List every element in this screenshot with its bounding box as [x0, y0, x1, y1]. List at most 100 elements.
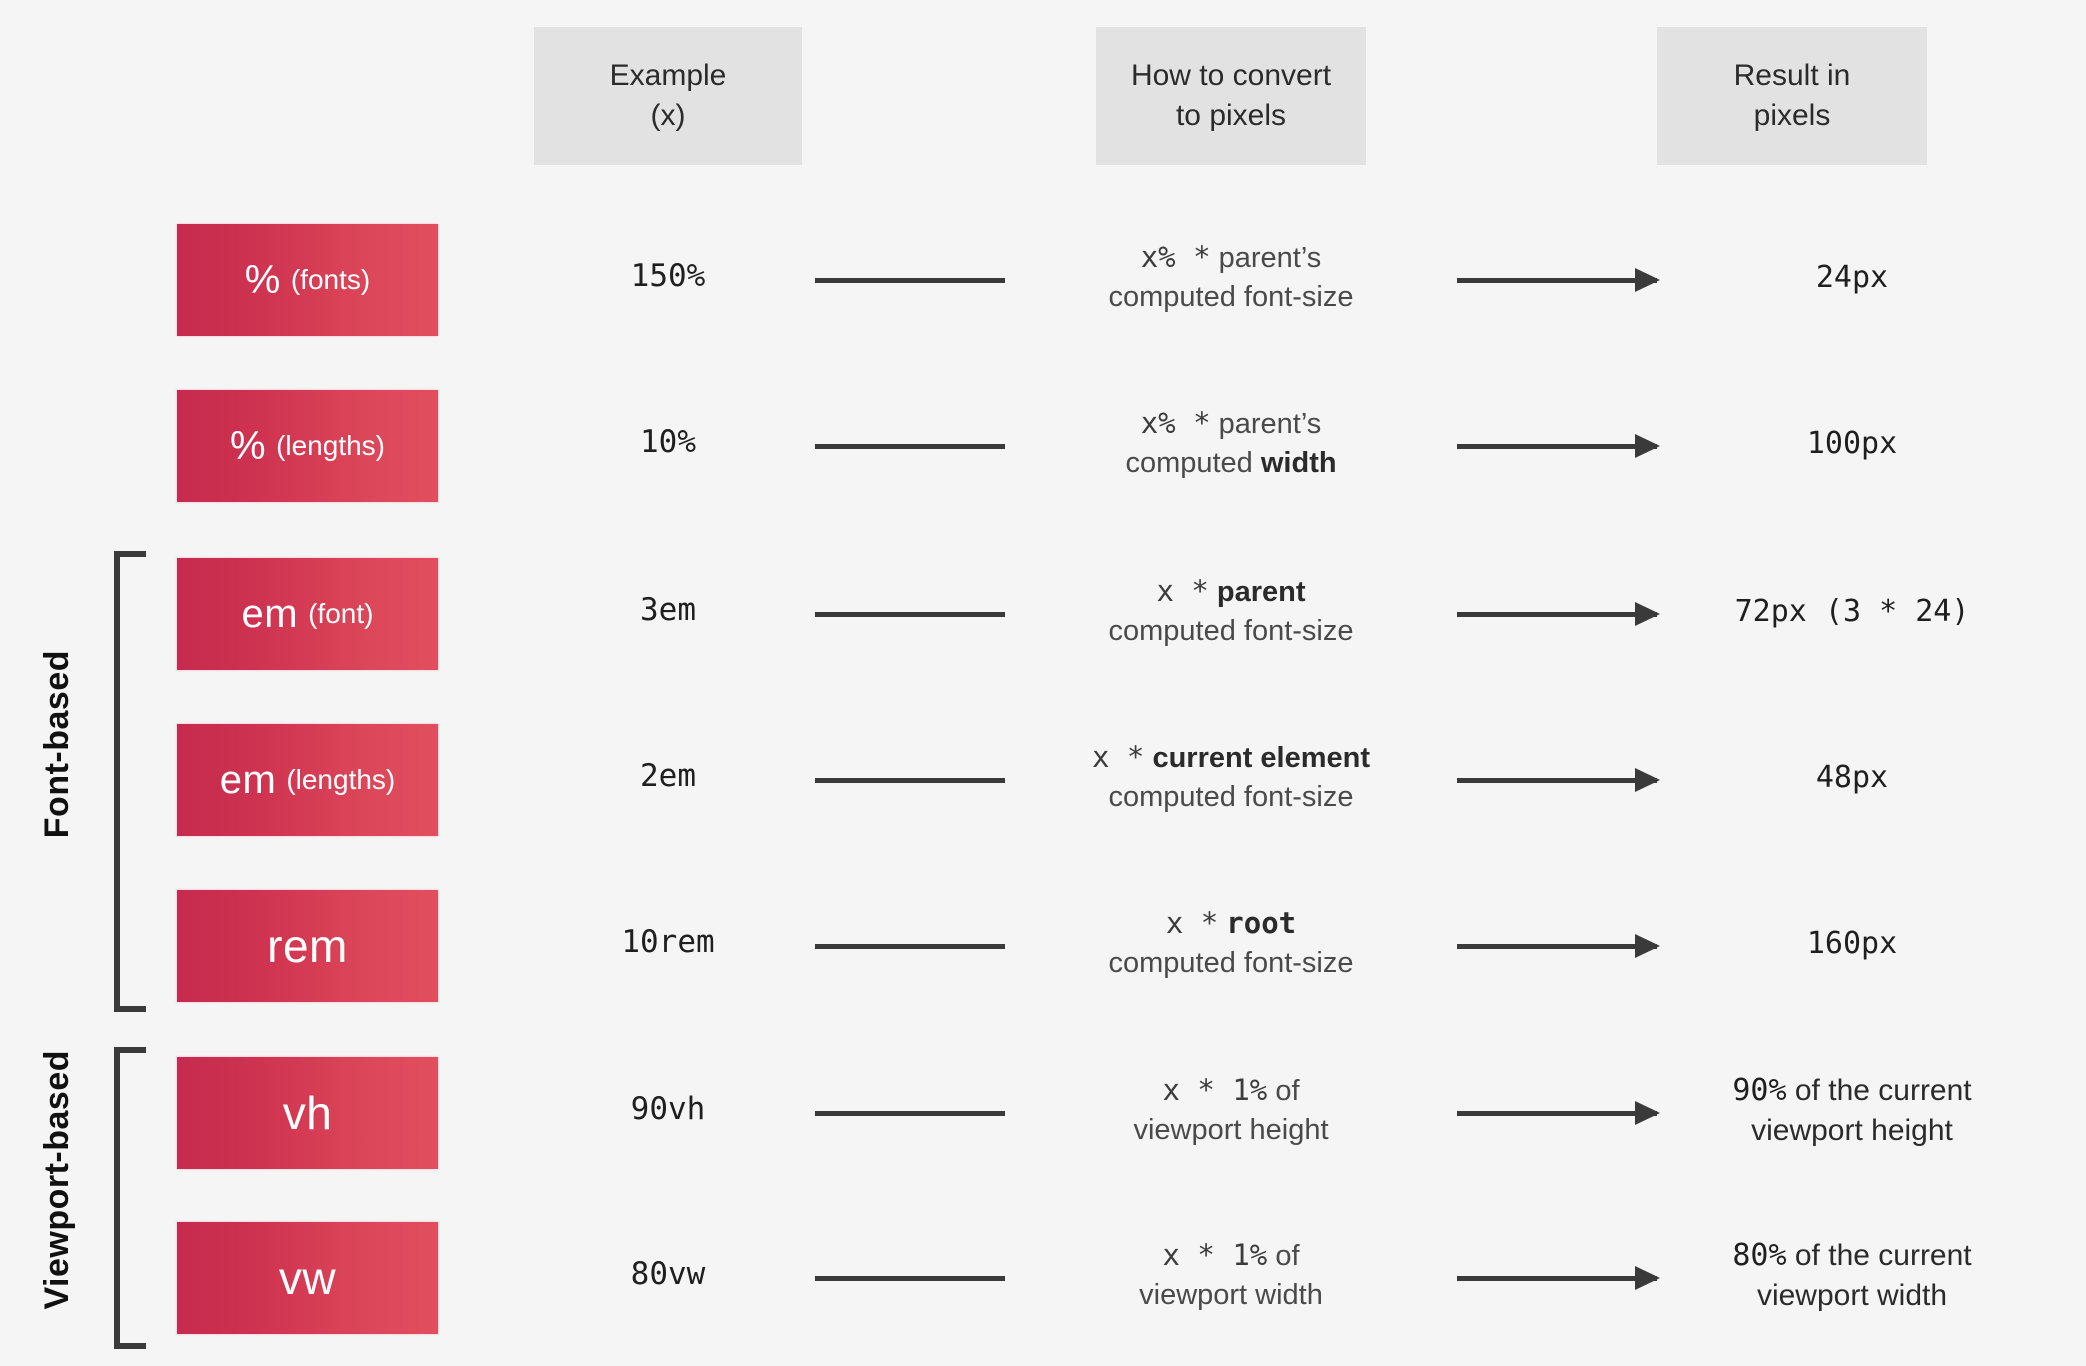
- conversion-formula-line1: x% * parent’s: [1056, 238, 1406, 278]
- arrow-icon: [1457, 602, 1660, 626]
- unit-chip[interactable]: % (fonts): [177, 224, 438, 336]
- result-mono-token: 24px: [1815, 260, 1889, 295]
- conversion-formula-line2: viewport width: [1056, 1276, 1406, 1315]
- unit-chip-name: em: [219, 757, 277, 802]
- example-value: 10%: [640, 424, 696, 460]
- result-value: 24px: [1657, 258, 2047, 298]
- header-convert-line1: How to convert: [1130, 58, 1332, 92]
- conversion-formula-line2: computed font-size: [1056, 278, 1406, 317]
- result-line1: 80% of the current: [1657, 1236, 2047, 1276]
- conversion-formula-line2: computed font-size: [1056, 944, 1406, 983]
- result-value: 48px: [1657, 758, 2047, 798]
- conversion-formula: x * root computed font-size: [1056, 904, 1406, 983]
- formula-mono-token: x% *: [1140, 406, 1211, 440]
- group-bracket-viewport-based: [114, 1047, 146, 1349]
- unit-chip-name: em: [241, 591, 299, 636]
- formula-text-token: of: [1275, 1075, 1300, 1107]
- formula-text-token: computed font-size: [1108, 614, 1354, 647]
- result-mono-token: 160px: [1806, 926, 1898, 961]
- header-convert-line2: to pixels: [1175, 99, 1287, 132]
- conversion-formula: x% * parent’s computed font-size: [1056, 238, 1406, 317]
- result-value: 80% of the current viewport width: [1657, 1236, 2047, 1316]
- unit-chip-name: vh: [282, 1087, 333, 1139]
- conversion-formula-line1: x * root: [1056, 904, 1406, 944]
- example-value: 80vw: [630, 1256, 706, 1292]
- result-value: 72px (3 * 24): [1657, 592, 2047, 632]
- formula-mono-token: x *: [1165, 906, 1219, 940]
- group-label-font-based: Font-based: [38, 650, 76, 839]
- formula-text-token: computed font-size: [1108, 280, 1354, 313]
- connector-line: [815, 612, 1005, 617]
- unit-chip-name: rem: [267, 920, 348, 972]
- formula-text-token: parent’s: [1218, 242, 1322, 274]
- result-mono-token: 72px (3 * 24): [1734, 594, 1970, 629]
- unit-chip-name: vw: [278, 1252, 337, 1304]
- unit-chip-qualifier: (lengths): [276, 430, 385, 461]
- unit-chip[interactable]: % (lengths): [177, 390, 438, 502]
- connector-line: [815, 944, 1005, 949]
- arrow-icon: [1457, 268, 1660, 292]
- connector-line: [815, 1111, 1005, 1116]
- conversion-formula-line2: viewport height: [1056, 1111, 1406, 1150]
- example-value: 3em: [640, 592, 696, 628]
- unit-chip[interactable]: em (lengths): [177, 724, 438, 836]
- header-cell-example: Example (x): [534, 27, 802, 165]
- conversion-formula-line1: x% * parent’s: [1056, 404, 1406, 444]
- header-example-line1: Example: [609, 58, 727, 92]
- formula-mono-bold-token: root: [1226, 906, 1297, 940]
- formula-mono-token: x% *: [1140, 240, 1211, 274]
- arrow-icon: [1457, 768, 1660, 792]
- connector-line: [815, 778, 1005, 783]
- formula-text-token: computed font-size: [1108, 946, 1354, 979]
- arrow-icon: [1457, 1266, 1660, 1290]
- formula-text-token: viewport width: [1139, 1278, 1323, 1311]
- conversion-formula: x * 1% of viewport width: [1056, 1236, 1406, 1315]
- unit-conversion-diagram: Example (x) How to convert to pixels Res…: [0, 0, 2086, 1366]
- conversion-formula-line1: x * 1% of: [1056, 1071, 1406, 1111]
- formula-text-token: viewport height: [1133, 1113, 1329, 1146]
- result-mono-token: 90%: [1732, 1073, 1787, 1108]
- conversion-formula-line1: x * current element: [1056, 738, 1406, 778]
- result-line2: viewport height: [1751, 1114, 1953, 1148]
- group-bracket-font-based: [114, 551, 146, 1012]
- result-mono-token: 80%: [1732, 1238, 1787, 1273]
- connector-line: [815, 1276, 1005, 1281]
- result-value: 160px: [1657, 924, 2047, 964]
- header-result-line2: pixels: [1753, 99, 1831, 132]
- conversion-formula-line2: computed width: [1056, 444, 1406, 483]
- formula-bold-token: parent: [1216, 576, 1306, 608]
- arrow-icon: [1457, 934, 1660, 958]
- result-value: 100px: [1657, 424, 2047, 464]
- formula-mono-token: x *: [1156, 574, 1209, 608]
- conversion-formula: x% * parent’s computed width: [1056, 404, 1406, 483]
- connector-line: [815, 444, 1005, 449]
- formula-bold-token: width: [1260, 446, 1337, 479]
- unit-chip-qualifier: (fonts): [290, 264, 371, 295]
- unit-chip-name: %: [244, 257, 281, 302]
- formula-text-token: computed: [1125, 446, 1261, 479]
- connector-line: [815, 278, 1005, 283]
- unit-chip[interactable]: em (font): [177, 558, 438, 670]
- result-value: 90% of the current viewport height: [1657, 1071, 2047, 1151]
- conversion-formula-line1: x * 1% of: [1056, 1236, 1406, 1276]
- unit-chip-qualifier: (lengths): [286, 764, 396, 795]
- unit-chip[interactable]: vh: [177, 1057, 438, 1169]
- header-cell-how-to-convert: How to convert to pixels: [1096, 27, 1366, 165]
- conversion-formula-line1: x * parent: [1056, 572, 1406, 612]
- header-result-line1: Result in: [1733, 58, 1851, 92]
- arrow-icon: [1457, 434, 1660, 458]
- formula-mono-token: x * 1%: [1162, 1073, 1268, 1107]
- result-line1: 90% of the current: [1657, 1071, 2047, 1111]
- example-value: 10rem: [621, 924, 715, 960]
- conversion-formula: x * parent computed font-size: [1056, 572, 1406, 651]
- header-cell-result: Result in pixels: [1657, 27, 1927, 165]
- unit-chip[interactable]: vw: [177, 1222, 438, 1334]
- unit-chip-name: %: [229, 423, 267, 468]
- result-text-token: of the current: [1794, 1239, 1972, 1272]
- unit-chip[interactable]: rem: [177, 890, 438, 1002]
- unit-chip-qualifier: (font): [308, 598, 374, 629]
- conversion-formula: x * current element computed font-size: [1056, 738, 1406, 817]
- example-value: 2em: [640, 758, 696, 794]
- conversion-formula-line2: computed font-size: [1056, 778, 1406, 817]
- result-mono-token: 100px: [1806, 426, 1898, 461]
